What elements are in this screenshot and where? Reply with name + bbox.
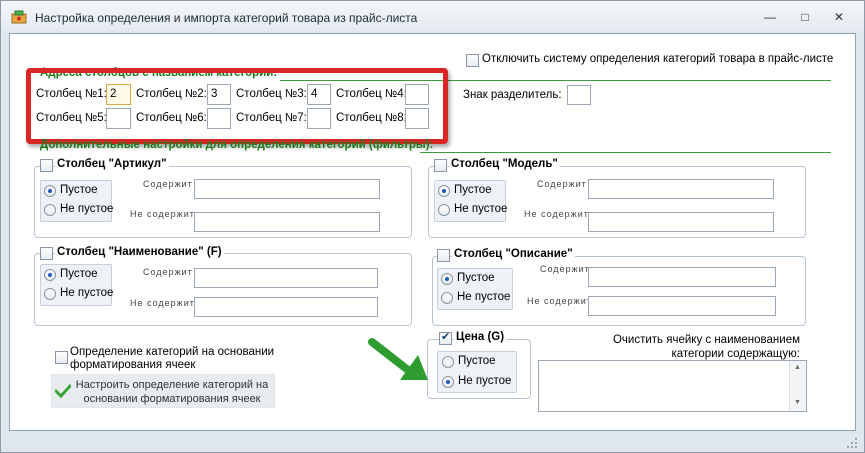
article-checkbox[interactable] [40,159,53,172]
close-button[interactable]: ✕ [828,8,850,26]
name-contains-label: Содержит [143,267,193,277]
description-empty-label: Пустое [457,272,495,284]
description-not-empty-radio[interactable] [441,292,453,304]
article-not-empty-label: Не пустое [60,203,114,215]
model-contains-label: Содержит [537,179,587,189]
name-empty-radio[interactable] [44,269,56,281]
article-contains-input[interactable] [194,179,380,199]
model-not-empty-radio[interactable] [438,204,450,216]
name-checkbox[interactable] [40,247,53,260]
description-contains-input[interactable] [588,267,776,287]
model-not-contains-label: Не содержит [524,209,589,219]
name-label: Столбец "Наименование" (F) [55,246,224,258]
description-label: Столбец "Описание" [452,248,575,260]
price-label: Цена (G) [454,331,507,343]
model-not-empty-label: Не пустое [454,203,508,215]
description-empty-radio[interactable] [441,273,453,285]
maximize-button[interactable]: □ [794,8,816,26]
clear-cell-input[interactable]: ▲ ▼ [538,360,807,412]
memo-scrollbar[interactable]: ▲ ▼ [789,361,806,411]
price-empty-radio[interactable] [442,356,454,368]
name-empty-label: Пустое [60,268,98,280]
format-settings-label: Настроить определение категорий на основ… [75,379,269,405]
name-not-contains-input[interactable] [194,297,378,317]
name-not-empty-radio[interactable] [44,288,56,300]
model-empty-radio[interactable] [438,185,450,197]
app-icon [11,10,27,24]
price-not-empty-label: Не пустое [458,375,512,387]
price-empty-label: Пустое [458,355,496,367]
window-title: Настройка определения и импорта категори… [35,11,418,25]
price-not-empty-radio[interactable] [442,376,454,388]
article-contains-label: Содержит [143,179,193,189]
description-not-contains-label: Не содержит [527,296,592,306]
format-checkbox[interactable] [55,351,68,364]
format-settings-button[interactable]: Настроить определение категорий на основ… [51,374,275,408]
disable-system-label: Отключить систему определения категорий … [482,53,834,65]
scroll-up-icon[interactable]: ▲ [794,364,801,371]
minimize-button[interactable]: — [759,8,781,26]
name-not-contains-label: Не содержит [130,298,195,308]
scroll-down-icon[interactable]: ▼ [794,399,801,406]
disable-system-checkbox[interactable] [466,54,479,67]
clear-cell-label: Очистить ячейку с наименованием категори… [612,334,800,360]
description-not-empty-label: Не пустое [457,291,511,303]
article-not-empty-radio[interactable] [44,204,56,216]
separator-input[interactable] [567,85,591,105]
article-not-contains-label: Не содержит [130,209,195,219]
model-empty-label: Пустое [454,184,492,196]
model-contains-input[interactable] [588,179,774,199]
article-empty-radio[interactable] [44,185,56,197]
article-label: Столбец "Артикул" [55,158,169,170]
model-checkbox[interactable] [434,159,447,172]
article-empty-label: Пустое [60,184,98,196]
name-not-empty-label: Не пустое [60,287,114,299]
model-label: Столбец "Модель" [449,158,560,170]
format-checkbox-label: Определение категорий на основании форма… [70,346,275,371]
article-not-contains-input[interactable] [194,212,380,232]
title-bar: Настройка определения и импорта категори… [1,1,864,31]
resize-grip-icon[interactable] [846,437,858,449]
name-contains-input[interactable] [194,268,378,288]
filters-group-line [420,152,831,153]
description-not-contains-input[interactable] [588,296,776,316]
green-arrow-icon [368,338,428,380]
price-checkbox[interactable] [439,330,452,345]
highlight-frame [26,68,448,144]
separator-label: Знак разделитель: [463,89,562,101]
model-not-contains-input[interactable] [588,212,774,232]
filters-group-title: Дополнительные настройки для определения… [40,139,434,151]
checkmark-icon [55,384,71,398]
description-checkbox[interactable] [437,249,450,262]
description-contains-label: Содержит [540,264,590,274]
